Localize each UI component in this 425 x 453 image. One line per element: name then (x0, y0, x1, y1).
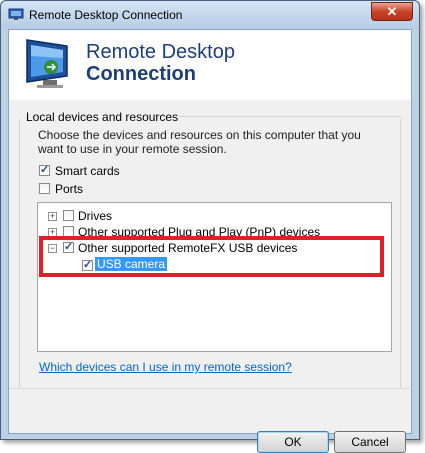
ok-button[interactable]: OK (257, 431, 329, 453)
tree-item-drives[interactable]: Drives (78, 209, 112, 223)
remote-desktop-monitor-icon (26, 39, 68, 88)
app-title-line1: Remote Desktop (86, 41, 235, 63)
drives-checkbox[interactable] (63, 210, 74, 221)
ports-label[interactable]: Ports (55, 182, 83, 196)
expand-plus-icon[interactable]: + (48, 212, 57, 221)
dialog-footer: OK Cancel (9, 388, 411, 453)
window-title: Remote Desktop Connection (29, 8, 183, 22)
close-button[interactable]: ✕ (371, 2, 413, 21)
help-link[interactable]: Which devices can I use in my remote ses… (39, 360, 292, 374)
smart-cards-label[interactable]: Smart cards (55, 164, 120, 178)
cancel-button[interactable]: Cancel (334, 431, 406, 453)
dialog-header: Remote Desktop Connection (9, 30, 411, 100)
close-icon: ✕ (386, 3, 398, 19)
remote-desktop-icon (8, 8, 24, 20)
dialog-client: Remote Desktop Connection Local devices … (8, 29, 412, 453)
group-divider (179, 116, 401, 117)
dialog-window: Remote Desktop Connection ✕ Remote Deskt… (0, 0, 420, 453)
group-description: Choose the devices and resources on this… (38, 128, 361, 156)
ports-checkbox[interactable] (39, 183, 50, 194)
smart-cards-checkbox[interactable]: ✓ (39, 165, 50, 176)
highlight-annotation-box (39, 236, 384, 277)
app-title-line2: Connection (86, 63, 196, 85)
title-bar[interactable]: Remote Desktop Connection ✕ (1, 1, 419, 29)
